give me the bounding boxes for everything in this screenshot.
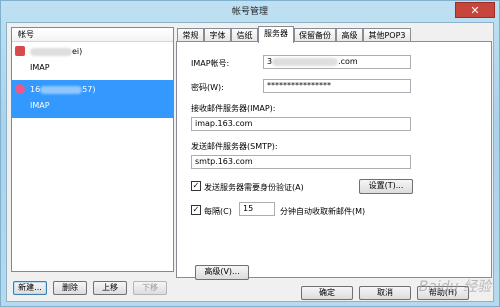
ok-button[interactable]: 确定 (301, 286, 353, 300)
imap-server-field[interactable]: imap.163.com (191, 117, 411, 131)
tab-server[interactable]: 服务器 (258, 26, 294, 43)
account-item-selected[interactable]: 16 57) IMAP (12, 80, 173, 118)
window-title: 帐号管理 (231, 7, 268, 17)
dialog-body: 帐号 ei) IMAP 16 57) IMAP 新建... 删除 上移 下移 常规 (6, 22, 494, 302)
smtp-server-label: 发送邮件服务器(SMTP): (191, 142, 278, 151)
smtp-auth-label: 发送服务器需要身份验证(A) (204, 183, 304, 192)
password-field[interactable]: **************** (263, 79, 411, 93)
tab-general[interactable]: 常规 (177, 28, 204, 42)
interval-minutes-field[interactable]: 15 (239, 202, 275, 216)
imap-account-label: IMAP帐号: (191, 59, 230, 68)
account-type: IMAP (30, 101, 50, 110)
smtp-server-field[interactable]: smtp.163.com (191, 155, 411, 169)
imap-server-label: 接收邮件服务器(IMAP): (191, 104, 276, 113)
interval-suffix-label: 分钟自动收取新邮件(M) (280, 207, 366, 216)
cancel-button[interactable]: 取消 (359, 286, 411, 300)
close-button[interactable]: ✕ (455, 2, 495, 18)
tab-advanced[interactable]: 高级 (336, 28, 363, 42)
account-list-header: 帐号 (12, 28, 173, 42)
account-name: 16 57) (30, 85, 96, 94)
move-up-button[interactable]: 上移 (93, 281, 127, 295)
redacted-name (30, 47, 72, 56)
account-list: 帐号 ei) IMAP 16 57) IMAP (11, 27, 174, 272)
baidu-watermark: Baidu 经验 (418, 279, 491, 295)
tab-font[interactable]: 字体 (204, 28, 231, 42)
auth-settings-button[interactable]: 设置(T)... (359, 179, 413, 194)
redacted-name (40, 85, 83, 94)
move-down-button[interactable]: 下移 (133, 281, 167, 295)
password-label: 密码(W): (191, 83, 224, 92)
new-account-button[interactable]: 新建... (13, 281, 47, 295)
redacted-account (272, 57, 339, 66)
advanced-button[interactable]: 高级(V)... (195, 265, 249, 280)
delete-account-button[interactable]: 删除 (53, 281, 87, 295)
imap-account-field[interactable]: 3 .com (263, 55, 411, 69)
auto-check-label: 每隔(C) (204, 207, 232, 216)
account-type: IMAP (30, 63, 50, 72)
account-manager-window: 帐号管理 ✕ 帐号 ei) IMAP 1657) IMAP 新建... 删除 (0, 0, 500, 307)
mail-account-icon (15, 84, 25, 94)
server-tab-panel: IMAP帐号: 3 .com 密码(W): **************** 接收… (176, 41, 492, 280)
auto-check-checkbox[interactable]: ✓ (191, 205, 201, 215)
tab-other-pop3[interactable]: 其他POP3 (363, 28, 411, 42)
tab-backup[interactable]: 保留备份 (294, 28, 336, 42)
mail-account-icon (15, 46, 25, 56)
tab-stationery[interactable]: 信纸 (231, 28, 258, 42)
account-name: ei) (30, 47, 82, 56)
account-item[interactable]: ei) IMAP (12, 42, 173, 80)
smtp-auth-checkbox[interactable]: ✓ (191, 181, 201, 191)
